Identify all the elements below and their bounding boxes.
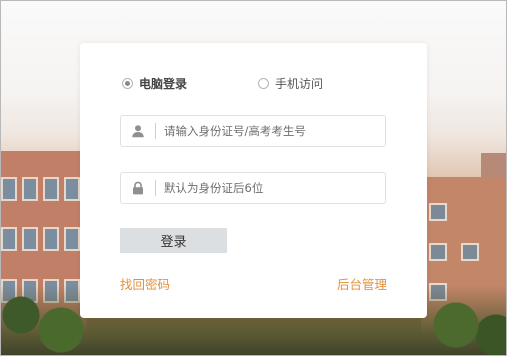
radio-computer-login[interactable]: 电脑登录 [122,75,187,92]
id-number-field[interactable] [120,115,386,147]
password-input[interactable] [164,173,374,203]
radio-label-computer: 电脑登录 [139,77,188,91]
login-button[interactable]: 登录 [120,228,227,253]
login-panel: 电脑登录 手机访问 登录 找回密码 后台管理 [80,43,427,318]
radio-indicator[interactable] [258,78,269,89]
user-icon [121,116,155,146]
id-number-input[interactable] [164,116,374,146]
login-mode-group: 电脑登录 手机访问 [122,75,323,92]
field-divider [155,123,156,139]
radio-mobile-access[interactable]: 手机访问 [258,75,323,92]
admin-link[interactable]: 后台管理 [337,274,387,293]
field-divider [155,180,156,196]
lock-icon [121,173,155,203]
forgot-password-link[interactable]: 找回密码 [120,274,170,293]
radio-indicator-checked[interactable] [122,78,133,89]
password-field[interactable] [120,172,386,204]
radio-label-mobile: 手机访问 [275,77,324,91]
